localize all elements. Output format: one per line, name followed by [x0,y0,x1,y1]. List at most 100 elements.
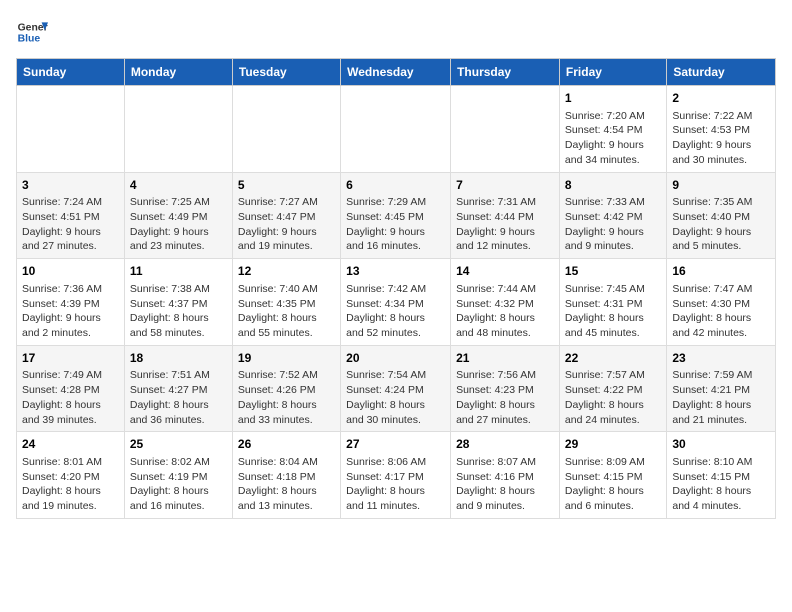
week-row-5: 24Sunrise: 8:01 AM Sunset: 4:20 PM Dayli… [17,432,776,519]
day-number: 14 [456,263,554,280]
day-number: 22 [565,350,661,367]
day-info: Sunrise: 7:25 AM Sunset: 4:49 PM Dayligh… [130,195,227,254]
day-number: 13 [346,263,445,280]
day-number: 1 [565,90,661,107]
day-info: Sunrise: 7:40 AM Sunset: 4:35 PM Dayligh… [238,282,335,341]
day-number: 19 [238,350,335,367]
day-cell: 1 Sunrise: 7:20 AM Sunset: 4:54 PM Daylig… [559,86,666,173]
header: General Blue [16,16,776,48]
day-info: Sunrise: 7:44 AM Sunset: 4:32 PM Dayligh… [456,282,554,341]
day-cell: 14 Sunrise: 7:44 AM Sunset: 4:32 PM Dayli… [451,259,560,346]
calendar-body: 1 Sunrise: 7:20 AM Sunset: 4:54 PM Daylig… [17,86,776,519]
day-number: 16 [672,263,770,280]
day-info: Sunrise: 8:07 AM Sunset: 4:16 PM Dayligh… [456,455,554,514]
day-info: Sunrise: 7:51 AM Sunset: 4:27 PM Dayligh… [130,368,227,427]
day-info: Sunrise: 7:20 AM Sunset: 4:54 PM Dayligh… [565,109,661,168]
day-number: 30 [672,436,770,453]
day-info: Sunrise: 7:45 AM Sunset: 4:31 PM Dayligh… [565,282,661,341]
day-info: Sunrise: 8:02 AM Sunset: 4:19 PM Dayligh… [130,455,227,514]
day-number: 12 [238,263,335,280]
day-cell: 4Sunrise: 7:25 AM Sunset: 4:49 PM Daylig… [124,172,232,259]
col-header-wednesday: Wednesday [341,59,451,86]
day-number: 5 [238,177,335,194]
day-info: Sunrise: 7:35 AM Sunset: 4:40 PM Dayligh… [672,195,770,254]
day-info: Sunrise: 7:36 AM Sunset: 4:39 PM Dayligh… [22,282,119,341]
day-number: 26 [238,436,335,453]
day-cell: 13 Sunrise: 7:42 AM Sunset: 4:34 PM Dayli… [341,259,451,346]
day-info: Sunrise: 7:57 AM Sunset: 4:22 PM Dayligh… [565,368,661,427]
day-number: 2 [672,90,770,107]
day-info: Sunrise: 7:38 AM Sunset: 4:37 PM Dayligh… [130,282,227,341]
day-number: 25 [130,436,227,453]
week-row-3: 10 Sunrise: 7:36 AM Sunset: 4:39 PM Dayli… [17,259,776,346]
day-number: 23 [672,350,770,367]
day-cell: 10 Sunrise: 7:36 AM Sunset: 4:39 PM Dayli… [17,259,125,346]
svg-text:Blue: Blue [18,34,41,45]
day-number: 28 [456,436,554,453]
day-info: Sunrise: 7:56 AM Sunset: 4:23 PM Dayligh… [456,368,554,427]
day-cell [124,86,232,173]
logo-icon: General Blue [16,16,48,48]
day-info: Sunrise: 7:31 AM Sunset: 4:44 PM Dayligh… [456,195,554,254]
day-number: 10 [22,263,119,280]
day-info: Sunrise: 7:54 AM Sunset: 4:24 PM Dayligh… [346,368,445,427]
day-number: 11 [130,263,227,280]
day-cell: 25 Sunrise: 8:02 AM Sunset: 4:19 PM Dayli… [124,432,232,519]
day-cell [341,86,451,173]
day-info: Sunrise: 7:24 AM Sunset: 4:51 PM Dayligh… [22,195,119,254]
day-cell: 7Sunrise: 7:31 AM Sunset: 4:44 PM Daylig… [451,172,560,259]
day-cell: 30 Sunrise: 8:10 AM Sunset: 4:15 PM Dayli… [667,432,776,519]
day-number: 20 [346,350,445,367]
day-info: Sunrise: 7:27 AM Sunset: 4:47 PM Dayligh… [238,195,335,254]
calendar-table: SundayMondayTuesdayWednesdayThursdayFrid… [16,58,776,519]
week-row-2: 3Sunrise: 7:24 AM Sunset: 4:51 PM Daylig… [17,172,776,259]
day-cell: 28 Sunrise: 8:07 AM Sunset: 4:16 PM Dayli… [451,432,560,519]
day-number: 18 [130,350,227,367]
col-header-monday: Monday [124,59,232,86]
day-cell: 27 Sunrise: 8:06 AM Sunset: 4:17 PM Dayli… [341,432,451,519]
day-cell: 21Sunrise: 7:56 AM Sunset: 4:23 PM Dayli… [451,345,560,432]
day-info: Sunrise: 7:29 AM Sunset: 4:45 PM Dayligh… [346,195,445,254]
day-number: 21 [456,350,554,367]
day-info: Sunrise: 7:22 AM Sunset: 4:53 PM Dayligh… [672,109,770,168]
day-cell: 3Sunrise: 7:24 AM Sunset: 4:51 PM Daylig… [17,172,125,259]
day-info: Sunrise: 8:10 AM Sunset: 4:15 PM Dayligh… [672,455,770,514]
col-header-sunday: Sunday [17,59,125,86]
day-cell: 16Sunrise: 7:47 AM Sunset: 4:30 PM Dayli… [667,259,776,346]
day-info: Sunrise: 7:33 AM Sunset: 4:42 PM Dayligh… [565,195,661,254]
week-row-1: 1 Sunrise: 7:20 AM Sunset: 4:54 PM Daylig… [17,86,776,173]
day-cell [232,86,340,173]
day-number: 8 [565,177,661,194]
day-info: Sunrise: 8:04 AM Sunset: 4:18 PM Dayligh… [238,455,335,514]
day-number: 4 [130,177,227,194]
day-cell: 9Sunrise: 7:35 AM Sunset: 4:40 PM Daylig… [667,172,776,259]
day-cell: 15Sunrise: 7:45 AM Sunset: 4:31 PM Dayli… [559,259,666,346]
day-cell [17,86,125,173]
day-cell: 18Sunrise: 7:51 AM Sunset: 4:27 PM Dayli… [124,345,232,432]
day-cell: 17Sunrise: 7:49 AM Sunset: 4:28 PM Dayli… [17,345,125,432]
week-row-4: 17Sunrise: 7:49 AM Sunset: 4:28 PM Dayli… [17,345,776,432]
day-cell: 11 Sunrise: 7:38 AM Sunset: 4:37 PM Dayli… [124,259,232,346]
col-header-friday: Friday [559,59,666,86]
day-cell: 20Sunrise: 7:54 AM Sunset: 4:24 PM Dayli… [341,345,451,432]
logo: General Blue [16,16,48,48]
day-number: 17 [22,350,119,367]
col-header-thursday: Thursday [451,59,560,86]
day-info: Sunrise: 8:06 AM Sunset: 4:17 PM Dayligh… [346,455,445,514]
day-cell: 2 Sunrise: 7:22 AM Sunset: 4:53 PM Daylig… [667,86,776,173]
day-cell: 29Sunrise: 8:09 AM Sunset: 4:15 PM Dayli… [559,432,666,519]
day-cell: 22Sunrise: 7:57 AM Sunset: 4:22 PM Dayli… [559,345,666,432]
day-number: 27 [346,436,445,453]
day-number: 9 [672,177,770,194]
day-number: 6 [346,177,445,194]
day-cell: 12 Sunrise: 7:40 AM Sunset: 4:35 PM Dayli… [232,259,340,346]
day-info: Sunrise: 8:01 AM Sunset: 4:20 PM Dayligh… [22,455,119,514]
col-header-tuesday: Tuesday [232,59,340,86]
day-info: Sunrise: 7:49 AM Sunset: 4:28 PM Dayligh… [22,368,119,427]
day-cell: 24Sunrise: 8:01 AM Sunset: 4:20 PM Dayli… [17,432,125,519]
day-cell: 23Sunrise: 7:59 AM Sunset: 4:21 PM Dayli… [667,345,776,432]
calendar-header-row: SundayMondayTuesdayWednesdayThursdayFrid… [17,59,776,86]
day-cell: 19Sunrise: 7:52 AM Sunset: 4:26 PM Dayli… [232,345,340,432]
day-cell [451,86,560,173]
day-info: Sunrise: 7:42 AM Sunset: 4:34 PM Dayligh… [346,282,445,341]
